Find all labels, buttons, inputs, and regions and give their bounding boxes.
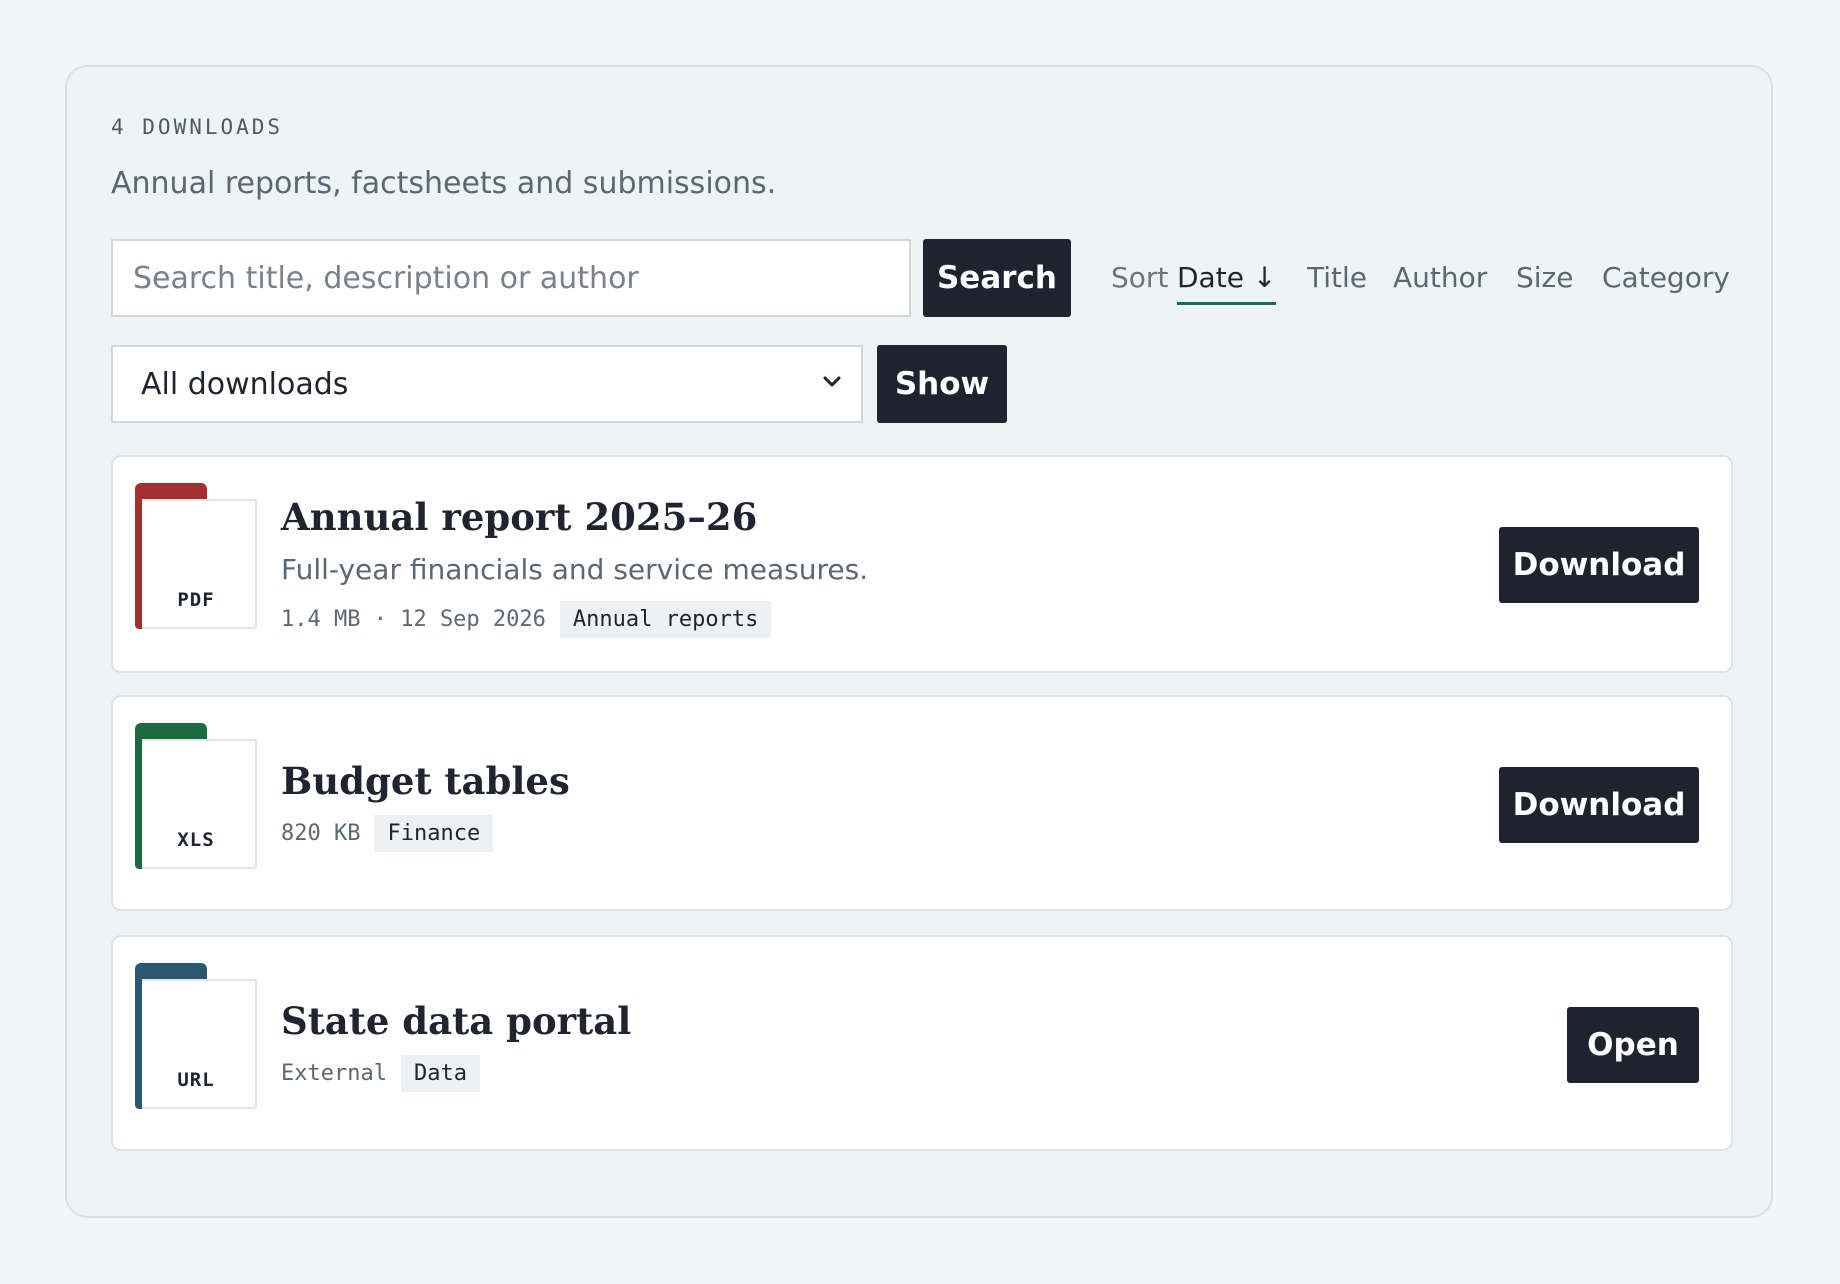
download-item: URL State data portal External Data Open	[111, 935, 1733, 1151]
download-button[interactable]: Download	[1499, 527, 1699, 603]
search-button[interactable]: Search	[923, 239, 1071, 317]
item-title[interactable]: Budget tables	[281, 759, 570, 803]
sort-option-author[interactable]: Author	[1393, 261, 1487, 302]
downloads-subtitle: Annual reports, factsheets and submissio…	[111, 166, 777, 201]
item-title[interactable]: Annual report 2025–26	[281, 495, 757, 539]
file-pdf-icon: PDF	[135, 483, 257, 629]
category-tag: Annual reports	[559, 601, 772, 638]
item-description: Full-year financials and service measure…	[281, 553, 869, 586]
chevron-down-icon	[823, 376, 841, 387]
item-title[interactable]: State data portal	[281, 999, 631, 1043]
file-url-icon: URL	[135, 963, 257, 1109]
sort-label: Sort	[1111, 261, 1169, 294]
file-type-label: PDF	[177, 589, 215, 611]
category-select-value: All downloads	[141, 367, 349, 402]
sort-option-category[interactable]: Category	[1602, 261, 1730, 302]
item-meta-text: 820 KB	[281, 821, 361, 846]
item-meta: 1.4 MB · 12 Sep 2026 Annual reports	[281, 601, 772, 638]
item-meta: External Data	[281, 1055, 480, 1092]
file-xls-icon: XLS	[135, 723, 257, 869]
show-button[interactable]: Show	[877, 345, 1007, 423]
search-input[interactable]	[111, 239, 911, 317]
download-item: PDF Annual report 2025–26 Full-year fina…	[111, 455, 1733, 673]
category-tag: Finance	[374, 815, 494, 852]
downloads-count: 4 DOWNLOADS	[111, 115, 284, 139]
open-button[interactable]: Open	[1567, 1007, 1699, 1083]
file-type-label: XLS	[177, 829, 215, 851]
item-meta: 820 KB Finance	[281, 815, 494, 852]
category-tag: Data	[400, 1055, 480, 1092]
sort-option-title[interactable]: Title	[1307, 261, 1367, 302]
file-type-label: URL	[177, 1069, 215, 1091]
sort-option-date[interactable]: Date ↓	[1177, 261, 1277, 305]
sort-option-size[interactable]: Size	[1516, 261, 1573, 302]
download-button[interactable]: Download	[1499, 767, 1699, 843]
item-meta-text: External	[281, 1061, 387, 1086]
item-meta-text: 1.4 MB · 12 Sep 2026	[281, 607, 546, 632]
download-item: XLS Budget tables 820 KB Finance Downloa…	[111, 695, 1733, 911]
category-select[interactable]: All downloads	[111, 345, 863, 423]
downloads-panel: 4 DOWNLOADS Annual reports, factsheets a…	[65, 65, 1773, 1218]
